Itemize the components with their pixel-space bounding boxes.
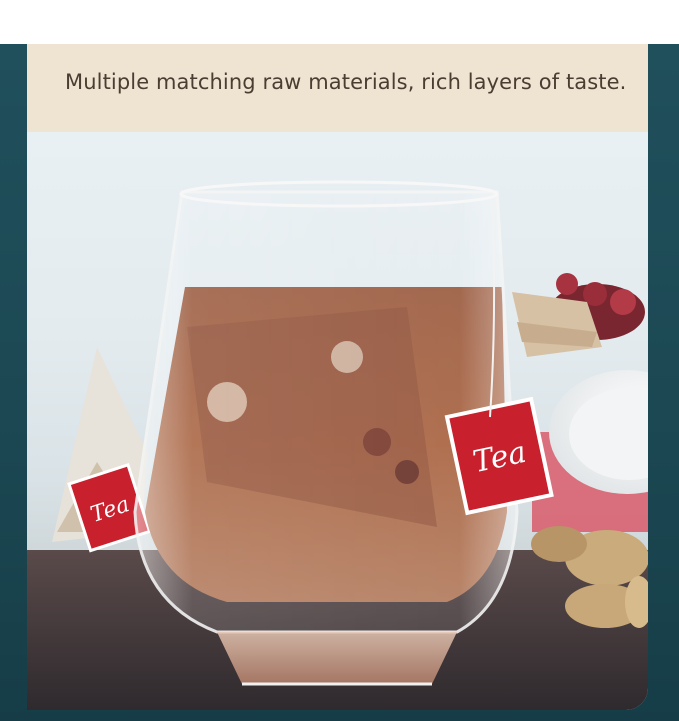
photo-illustration: Tea Tea <box>27 180 648 710</box>
glass-body <box>133 190 519 634</box>
caption-banner: Multiple matching raw materials, rich la… <box>27 44 648 132</box>
product-frame: Multiple matching raw materials, rich la… <box>0 44 679 721</box>
top-white-strip <box>0 0 679 44</box>
caption-text: Multiple matching raw materials, rich la… <box>65 70 627 94</box>
glass-base <box>217 632 457 684</box>
tea-glass-photo: Tea Tea <box>27 132 648 710</box>
